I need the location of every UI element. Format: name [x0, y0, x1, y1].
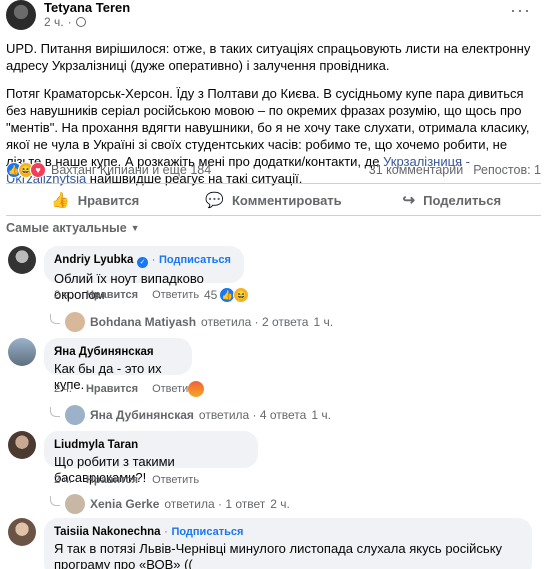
- comment-like-button[interactable]: Нравится: [86, 383, 138, 395]
- commenter-name[interactable]: Яна Дубинянская: [54, 346, 154, 358]
- commenter-avatar[interactable]: [8, 338, 36, 366]
- commenter-name[interactable]: Liudmyla Taran: [54, 439, 138, 451]
- author-name[interactable]: Tetyana Teren: [44, 0, 130, 15]
- divider: [6, 183, 541, 184]
- commenter-avatar[interactable]: [8, 431, 36, 459]
- commenter-name[interactable]: Andriy Lyubka: [54, 254, 133, 266]
- love-reaction-icon[interactable]: ♥: [30, 162, 46, 178]
- comment-like-button[interactable]: Нравится: [86, 474, 138, 486]
- author-avatar[interactable]: [6, 0, 36, 30]
- reply-avatar: [65, 312, 85, 332]
- comment-reply-button[interactable]: Ответить: [152, 474, 199, 486]
- comment-bubble: Яна Дубинянская Как бы да - это их купе.: [44, 338, 192, 392]
- comment-bubble: Taisiia Nakonechna · Подписаться Я так в…: [44, 518, 532, 569]
- angry-reaction-icon: [188, 381, 204, 397]
- post-header: Tetyana Teren 2 ч. · ···: [6, 0, 545, 32]
- comment-text: Я так в потязі Львів-Чернівці минулого л…: [54, 541, 503, 569]
- comment-meta: 2 ч. Нравится Ответить: [54, 383, 200, 395]
- replies-link[interactable]: Bohdana Matiyash ответила · 2 ответа 1 ч…: [50, 312, 333, 332]
- replies-link[interactable]: Яна Дубинянская ответила · 4 ответа 1 ч.: [50, 405, 331, 425]
- post-time[interactable]: 2 ч.: [44, 15, 64, 29]
- haha-reaction-icon: 😆: [233, 287, 250, 303]
- post-meta: 2 ч. ·: [44, 15, 86, 29]
- comment-meta: 2 ч. Нравится Ответить: [54, 289, 200, 301]
- verified-icon: ✓: [137, 256, 149, 268]
- comment-icon: 💬: [205, 192, 224, 209]
- comment-reactions[interactable]: 45 👍 😆: [204, 287, 250, 303]
- divider: [6, 215, 541, 216]
- post-actions: 👍 Нравится 💬 Комментировать ↪ Поделиться: [6, 186, 541, 214]
- comment-reactions[interactable]: [188, 381, 204, 397]
- comment-sort-dropdown[interactable]: Самые актуальные ▼: [6, 221, 140, 235]
- share-button[interactable]: ↪ Поделиться: [363, 186, 541, 214]
- comment-bubble: Liudmyla Taran Що робити з такими басавр…: [44, 431, 258, 485]
- replies-link[interactable]: Xenia Gerke ответила · 1 ответ 2 ч.: [50, 494, 290, 514]
- like-button[interactable]: 👍 Нравится: [6, 186, 184, 214]
- reply-arrow-icon: [50, 496, 60, 506]
- post-paragraph-update: UPD. Питання вирішилося: отже, в таких с…: [6, 41, 531, 73]
- reply-arrow-icon: [50, 407, 60, 417]
- shares-count[interactable]: Репостов: 1: [473, 163, 541, 177]
- comment-button[interactable]: 💬 Комментировать: [184, 186, 362, 214]
- reply-avatar: [65, 405, 85, 425]
- comment-bubble: Andriy Lyubka ✓ · Подписаться Облий їх н…: [44, 246, 244, 302]
- comment-like-button[interactable]: Нравится: [86, 289, 138, 301]
- reply-arrow-icon: [50, 314, 60, 324]
- comments-count[interactable]: 31 комментарий: [369, 163, 463, 177]
- commenter-avatar[interactable]: [8, 518, 36, 546]
- reactions-summary: 👍 😆 ♥ Вахтанг Кипиани и ещё 184 31 комме…: [6, 160, 541, 180]
- more-options-icon[interactable]: ···: [510, 0, 531, 21]
- reply-avatar: [65, 494, 85, 514]
- globe-icon: [75, 17, 86, 27]
- follow-button[interactable]: Подписаться: [159, 254, 231, 266]
- commenter-name[interactable]: Taisiia Nakonechna: [54, 526, 161, 538]
- share-icon: ↪: [402, 192, 416, 209]
- comment-reply-button[interactable]: Ответить: [152, 289, 199, 301]
- thumbs-up-icon: 👍: [51, 192, 70, 209]
- reaction-names[interactable]: Вахтанг Кипиани и ещё 184: [51, 163, 211, 177]
- caret-down-icon: ▼: [130, 223, 140, 233]
- comment-meta: 2 ч. Нравится Ответить: [54, 474, 200, 486]
- follow-button[interactable]: Подписаться: [171, 526, 243, 538]
- commenter-avatar[interactable]: [8, 246, 36, 274]
